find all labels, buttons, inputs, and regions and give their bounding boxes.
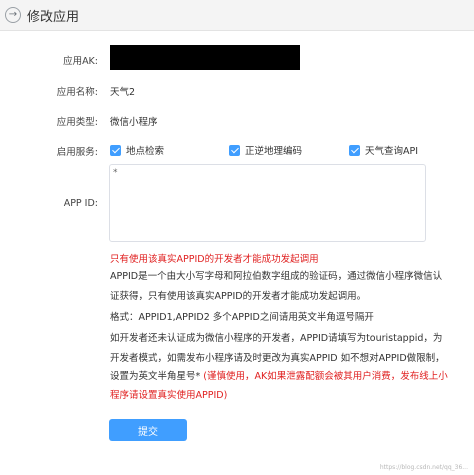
service-checkbox-weather-api[interactable]: 天气查询API (349, 143, 418, 157)
help-line-4: 如开发者还未认证成为微信小程序的开发者，APPID请填写为touristappi… (110, 333, 443, 344)
help-line-6-normal: 设置为英文半角星号* (110, 371, 204, 382)
app-type-value: 微信小程序 (110, 117, 158, 128)
help-line-6-warning: (谨慎使用，AK如果泄露配额会被其用户消费，发布线上小 (203, 371, 448, 382)
app-id-label: APP ID: (63, 198, 98, 209)
watermark-text: https://blog.csdn.net/qq_36... (379, 464, 468, 471)
app-ak-redacted-value (110, 45, 300, 70)
help-line-6: 设置为英文半角星号* (谨慎使用，AK如果泄露配额会被其用户消费，发布线上小 (110, 368, 448, 386)
service-checkbox-place-search[interactable]: 地点检索 (110, 143, 164, 157)
app-type-label: 应用类型: (56, 117, 98, 128)
submit-button[interactable]: 提交 (109, 419, 187, 441)
page-header: → 修改应用 (0, 0, 474, 31)
service-label: 地点检索 (126, 146, 165, 157)
circle-arrow-right-icon[interactable]: → (5, 7, 21, 23)
app-services-label: 启用服务: (56, 147, 98, 158)
checkbox-checked-icon (110, 144, 121, 156)
help-line-2: 证获得，只有使用该真实APPID的开发者才能成功发起调用。 (110, 291, 367, 302)
app-ak-label: 应用AK: (63, 56, 98, 67)
app-id-textarea[interactable]: * (109, 164, 426, 242)
app-name-label: 应用名称: (56, 87, 98, 98)
app-id-red-notice: 只有使用该真实APPID的开发者才能成功发起调用 (110, 254, 319, 265)
service-label: 天气查询API (365, 146, 419, 157)
checkbox-checked-icon (229, 144, 240, 156)
service-label: 正逆地理编码 (245, 146, 303, 157)
service-checkbox-geocoding[interactable]: 正逆地理编码 (229, 143, 302, 157)
help-line-1: APPID是一个由大小写字母和阿拉伯数字组成的验证码，通过微信小程序微信认 (110, 271, 443, 282)
help-line-3: 格式：APPID1,APPID2 多个APPID之间请用英文半角逗号隔开 (110, 312, 374, 323)
help-line-7-warning: 程序请设置真实使用APPID) (110, 390, 228, 401)
checkbox-checked-icon (349, 144, 360, 156)
help-line-5: 开发者模式，如需发布小程序请及时更改为真实APPID 如不想对APPID做限制， (110, 353, 445, 364)
app-name-value: 天气2 (110, 87, 136, 98)
page-title: 修改应用 (27, 9, 80, 25)
